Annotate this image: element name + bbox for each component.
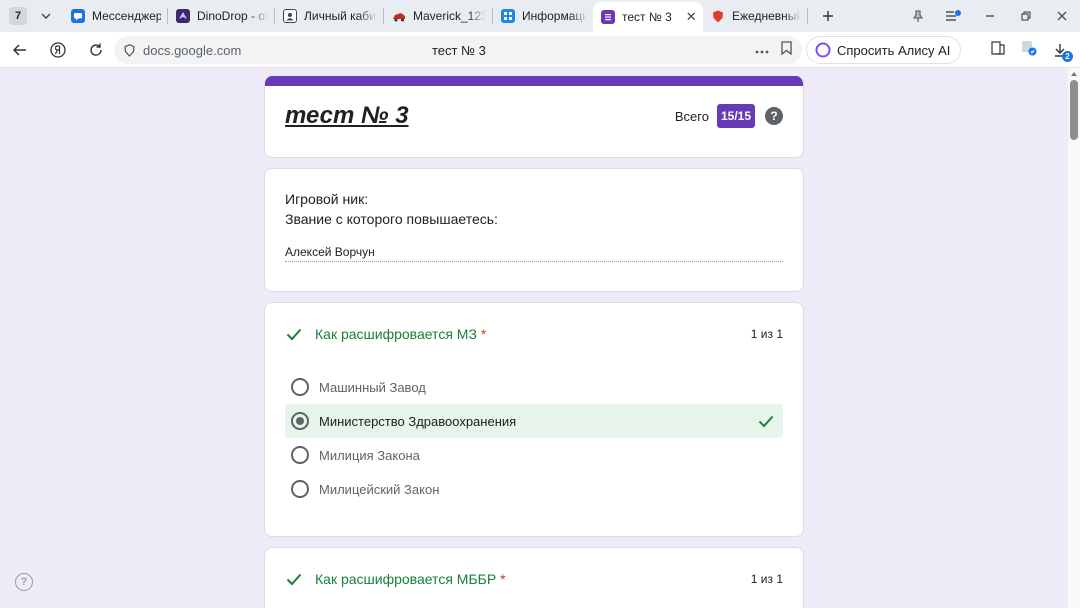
form-header-card: тест № 3 Всего 15/15 ?: [264, 76, 804, 158]
correct-check-icon: [285, 325, 303, 343]
option-label: Министерство Здравоохранения: [319, 413, 517, 429]
tab-test-3-active[interactable]: тест № 3 ✕: [593, 2, 703, 32]
tab-dinodrop[interactable]: DinoDrop - от: [168, 3, 274, 29]
tab-label: DinoDrop - от: [197, 9, 268, 23]
question-card-mbbr: Как расшифровается МББР * 1 из 1: [264, 547, 804, 608]
required-asterisk: *: [480, 326, 487, 342]
window-controls: [900, 0, 1080, 32]
radio-unselected[interactable]: [291, 378, 309, 396]
score-help-icon[interactable]: ?: [765, 107, 783, 125]
tab-bar: 7 Мессенджер DinoDrop - от Личный кабин …: [0, 0, 1080, 32]
info-question-card: Игровой ник: Звание с которого повышаете…: [264, 168, 804, 292]
option-label: Машинный Завод: [319, 379, 426, 395]
cabinet-icon: [283, 9, 297, 23]
info-line-rank: Звание с которого повышаетесь:: [285, 211, 498, 227]
tab-label: Ежедневный: [732, 9, 801, 23]
tab-label: Мессенджер: [92, 9, 161, 23]
extensions-area: 2: [990, 36, 1073, 64]
question-points: 1 из 1: [750, 327, 783, 341]
help-question-icon[interactable]: ?: [15, 573, 33, 591]
tabs-menu-icon[interactable]: [936, 0, 972, 32]
scroll-up-arrow-icon[interactable]: [1071, 72, 1077, 76]
car-icon: [392, 9, 406, 23]
correct-check-icon: [285, 570, 303, 588]
dinodrop-icon: [176, 9, 190, 23]
form-title: тест № 3: [285, 102, 409, 129]
reader-mode-icon[interactable]: [990, 40, 1006, 61]
tab-divider: [807, 8, 808, 24]
tab-count-button[interactable]: 7: [9, 7, 27, 25]
downloads-badge: 2: [1062, 51, 1073, 62]
back-arrow-icon[interactable]: [8, 38, 32, 62]
radio-unselected[interactable]: [291, 446, 309, 464]
radio-selected[interactable]: [291, 412, 309, 430]
tab-close-icon[interactable]: ✕: [686, 9, 697, 25]
question-title: Как расшифровается МББР: [315, 571, 497, 587]
pin-icon[interactable]: [900, 0, 936, 32]
question-header: Как расшифровается МЗ * 1 из 1: [285, 325, 783, 343]
tab-messenger[interactable]: Мессенджер: [63, 3, 167, 29]
option-correct-check-icon: [757, 412, 775, 430]
tab-label: тест № 3: [622, 10, 672, 24]
info-site-icon: [501, 9, 515, 23]
question-header: Как расшифровается МББР * 1 из 1: [285, 570, 783, 588]
score-badge: 15/15: [716, 104, 755, 128]
question-card-mz: Как расшифровается МЗ * 1 из 1 Машинный …: [264, 302, 804, 537]
tab-information[interactable]: Информация: [493, 3, 593, 29]
messenger-icon: [71, 9, 85, 23]
tab-list-chevron-icon[interactable]: [39, 13, 53, 19]
omnibox[interactable]: docs.google.com тест № 3: [114, 36, 802, 64]
tab-maverick[interactable]: Maverick_123: [384, 3, 492, 29]
alice-icon: [815, 42, 831, 58]
answer-underline: [285, 261, 783, 262]
shield-icon: [711, 9, 725, 23]
translate-icon[interactable]: [1020, 39, 1038, 62]
ask-alice-button[interactable]: Спросить Алису AI: [806, 36, 962, 64]
downloads-icon[interactable]: 2: [1052, 42, 1073, 62]
required-asterisk: *: [500, 571, 506, 587]
short-answer-text: Алексей Ворчун: [285, 245, 375, 259]
url-page-title: тест № 3: [432, 42, 486, 58]
ask-alice-label: Спросить Алису AI: [837, 42, 951, 58]
question-title: Как расшифровается МЗ: [315, 326, 477, 342]
close-window-icon[interactable]: [1044, 0, 1080, 32]
option-mashinny-zavod[interactable]: Машинный Завод: [285, 370, 783, 404]
url-domain: docs.google.com: [143, 42, 242, 58]
tab-daily[interactable]: Ежедневный: [703, 3, 807, 29]
form-page: тест № 3 Всего 15/15 ? Игровой ник: Зван…: [0, 68, 1068, 608]
google-forms-icon: [601, 10, 615, 24]
score-summary: Всего 15/15 ?: [675, 104, 783, 128]
question-points: 1 из 1: [750, 572, 783, 586]
option-militsiya-zakona[interactable]: Милиция Закона: [285, 438, 783, 472]
form-accent-bar: [265, 76, 803, 86]
restore-icon[interactable]: [1008, 0, 1044, 32]
bookmark-icon[interactable]: [781, 40, 792, 60]
option-label: Милицейский Закон: [319, 481, 440, 497]
tab-label: Информация: [522, 9, 587, 23]
site-info-shield-icon[interactable]: [124, 43, 135, 57]
yandex-logo-icon[interactable]: [46, 38, 70, 62]
new-tab-plus-icon[interactable]: [818, 6, 838, 26]
address-bar: docs.google.com тест № 3 Спросить Алису …: [0, 32, 1080, 68]
more-dots-icon[interactable]: [755, 41, 769, 59]
minimize-icon[interactable]: [972, 0, 1008, 32]
tab-label: Личный кабин: [304, 9, 377, 23]
score-label: Всего: [674, 108, 709, 124]
scrollbar-thumb[interactable]: [1070, 80, 1078, 140]
tab-label: Maverick_123: [413, 9, 486, 23]
reload-icon[interactable]: [84, 38, 108, 62]
page-scrollbar[interactable]: [1068, 68, 1080, 608]
option-ministerstvo-zdravoohraneniya[interactable]: Министерство Здравоохранения: [285, 404, 783, 438]
tab-cabinet[interactable]: Личный кабин: [275, 3, 383, 29]
option-militseisky-zakon[interactable]: Милицейский Закон: [285, 472, 783, 506]
radio-unselected[interactable]: [291, 480, 309, 498]
info-line-nickname: Игровой ник:: [285, 191, 369, 207]
option-label: Милиция Закона: [319, 447, 420, 463]
